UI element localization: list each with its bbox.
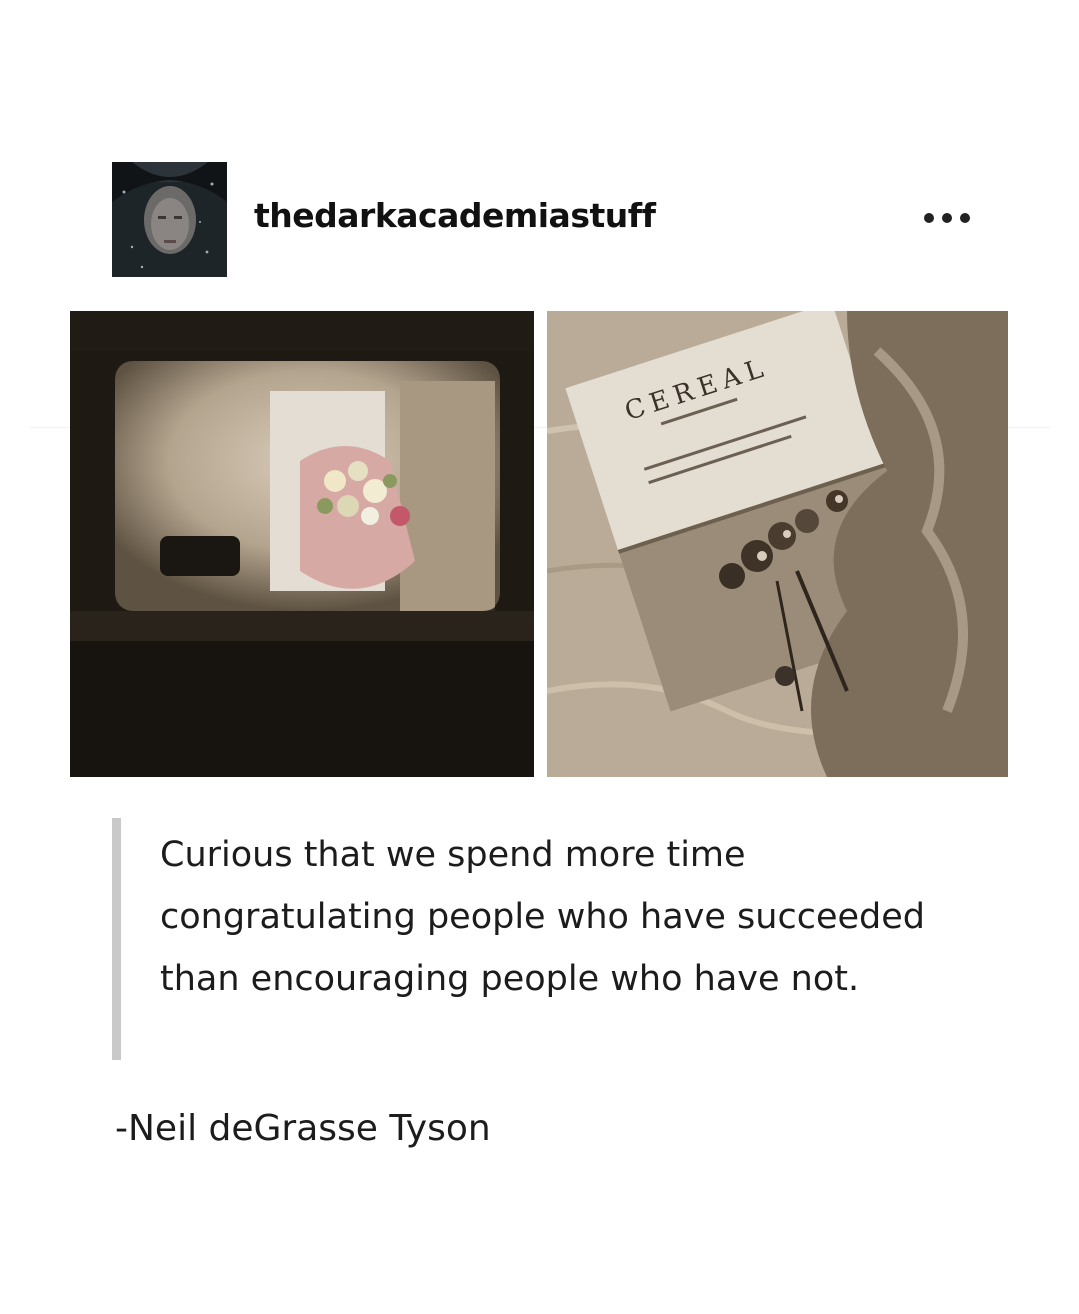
post-header: thedarkacademiastuff [112,162,972,278]
flowers-bouquet-photo[interactable] [70,311,534,777]
more-options-button[interactable] [922,202,972,230]
cereal-magazine-photo[interactable]: CEREAL [547,311,1008,777]
avatar[interactable] [112,162,227,277]
quote-attribution: -Neil deGrasse Tyson [115,1108,491,1149]
blockquote: Curious that we spend more time congratu… [112,818,972,1060]
quote-text: Curious that we spend more time congratu… [160,835,925,999]
avatar-image [112,162,227,277]
username[interactable]: thedarkacademiastuff [254,196,656,235]
quote-bar [112,818,121,1060]
